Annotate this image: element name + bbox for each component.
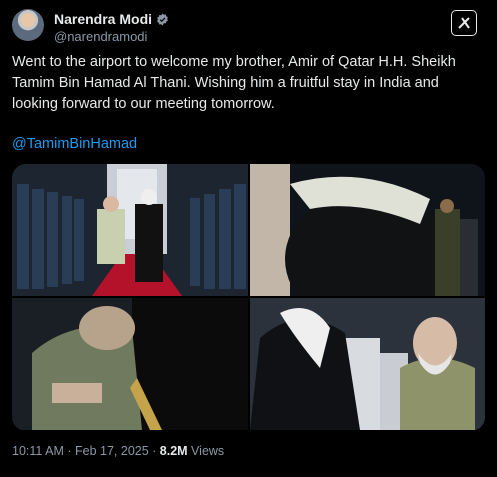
- tweet-time[interactable]: 10:11 AM: [12, 444, 64, 458]
- views-label: Views: [187, 444, 225, 458]
- tweet-meta: 10:11 AM · Feb 17, 2025 · 8.2M Views: [12, 444, 224, 458]
- photo-embrace-closeup[interactable]: [12, 298, 248, 430]
- photo-arrival-red-carpet[interactable]: [12, 164, 248, 296]
- meta-separator: ·: [63, 444, 75, 458]
- verified-badge-icon: [157, 13, 168, 26]
- views-count: 8.2M: [159, 444, 188, 458]
- photo-greeting-smile[interactable]: [250, 298, 485, 430]
- tweet-text: Went to the airport to welcome my brothe…: [12, 54, 456, 112]
- tweet-header: Narendra Modi @narendramodi: [12, 8, 485, 48]
- author-handle[interactable]: @narendramodi: [54, 29, 147, 44]
- avatar[interactable]: [12, 9, 44, 41]
- meta-separator: ·: [148, 444, 160, 458]
- tweet-date[interactable]: Feb 17, 2025: [75, 444, 149, 458]
- grok-x-icon[interactable]: [451, 10, 477, 36]
- author-name[interactable]: Narendra Modi: [54, 11, 152, 27]
- media-grid[interactable]: [12, 164, 485, 431]
- mention-link[interactable]: @TamimBinHamad: [12, 136, 137, 152]
- photo-embrace-night[interactable]: [250, 164, 485, 296]
